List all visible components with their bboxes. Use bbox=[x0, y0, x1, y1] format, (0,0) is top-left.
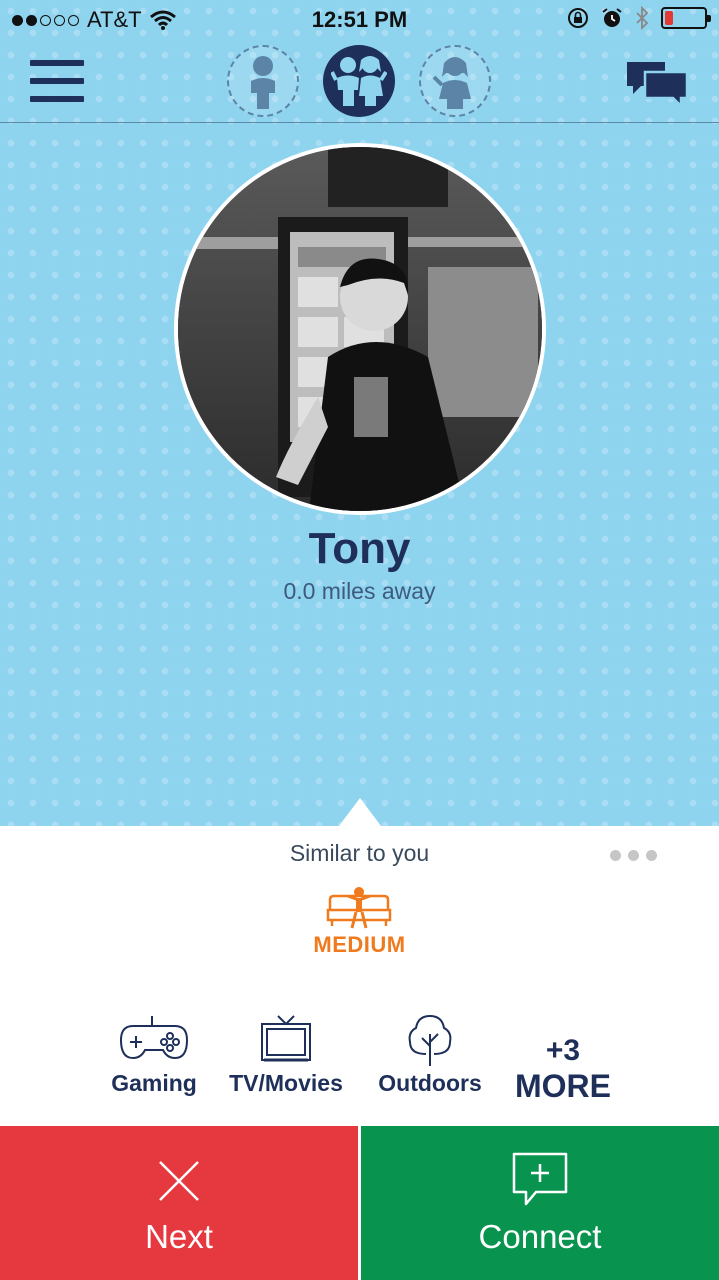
menu-icon bbox=[30, 60, 84, 66]
signal-strength-icon bbox=[12, 14, 79, 26]
male-profile-icon bbox=[251, 56, 275, 109]
interest-outdoors: Outdoors bbox=[368, 1014, 492, 1106]
carrier-name: AT&T bbox=[87, 7, 142, 32]
battery-level bbox=[665, 11, 673, 25]
energy-level-label: MEDIUM bbox=[313, 932, 406, 957]
panel-pointer bbox=[339, 798, 381, 826]
connect-button[interactable]: Connect bbox=[361, 1126, 719, 1280]
more-interests-count: +3 bbox=[545, 1034, 581, 1067]
bluetooth-icon bbox=[636, 6, 649, 30]
next-button-label: Next bbox=[145, 1218, 213, 1255]
status-bar: AT&T 12:51 PM bbox=[0, 0, 719, 40]
female-profile-icon bbox=[432, 57, 471, 109]
profile-photo[interactable] bbox=[174, 143, 546, 515]
interest-tv-movies: TV/Movies bbox=[220, 1014, 352, 1106]
more-interests-button[interactable]: +3 MORE bbox=[508, 1034, 618, 1104]
orientation-lock-icon bbox=[568, 8, 588, 28]
couple-profile-icon bbox=[331, 56, 387, 106]
add-chat-icon bbox=[512, 1152, 568, 1206]
couch-person-icon bbox=[326, 887, 392, 929]
tab-female[interactable] bbox=[419, 45, 491, 117]
nav-bar bbox=[0, 40, 719, 123]
interest-label-gaming: Gaming bbox=[111, 1070, 197, 1096]
interest-label-tv-movies: TV/Movies bbox=[229, 1070, 343, 1096]
tv-icon bbox=[261, 1015, 311, 1062]
more-options-button[interactable] bbox=[610, 850, 657, 861]
alarm-icon bbox=[602, 8, 622, 27]
tree-icon bbox=[408, 1014, 452, 1066]
battery-icon bbox=[661, 7, 711, 29]
menu-button[interactable] bbox=[30, 60, 84, 102]
interest-label-outdoors: Outdoors bbox=[378, 1070, 482, 1096]
gamepad-icon bbox=[119, 1016, 189, 1060]
profile-photo-image bbox=[178, 147, 542, 511]
more-interests-label: MORE bbox=[515, 1068, 611, 1104]
interest-gaming: Gaming bbox=[104, 1014, 204, 1106]
profile-distance: 0.0 miles away bbox=[283, 578, 436, 604]
profile-name: Tony bbox=[308, 524, 411, 573]
chat-bubbles-icon bbox=[627, 62, 689, 110]
wifi-icon bbox=[149, 10, 176, 30]
status-right bbox=[567, 6, 711, 30]
more-dots-icon bbox=[610, 850, 621, 861]
similarity-panel: Similar to you MEDIUM Gaming TV/Movies O… bbox=[0, 826, 719, 1126]
status-left: AT&T bbox=[12, 7, 176, 33]
tab-couple[interactable] bbox=[323, 45, 395, 117]
close-icon bbox=[159, 1161, 199, 1201]
connect-button-label: Connect bbox=[478, 1218, 602, 1255]
tab-male[interactable] bbox=[227, 45, 299, 117]
next-button[interactable]: Next bbox=[0, 1126, 358, 1280]
messages-button[interactable] bbox=[625, 58, 689, 110]
